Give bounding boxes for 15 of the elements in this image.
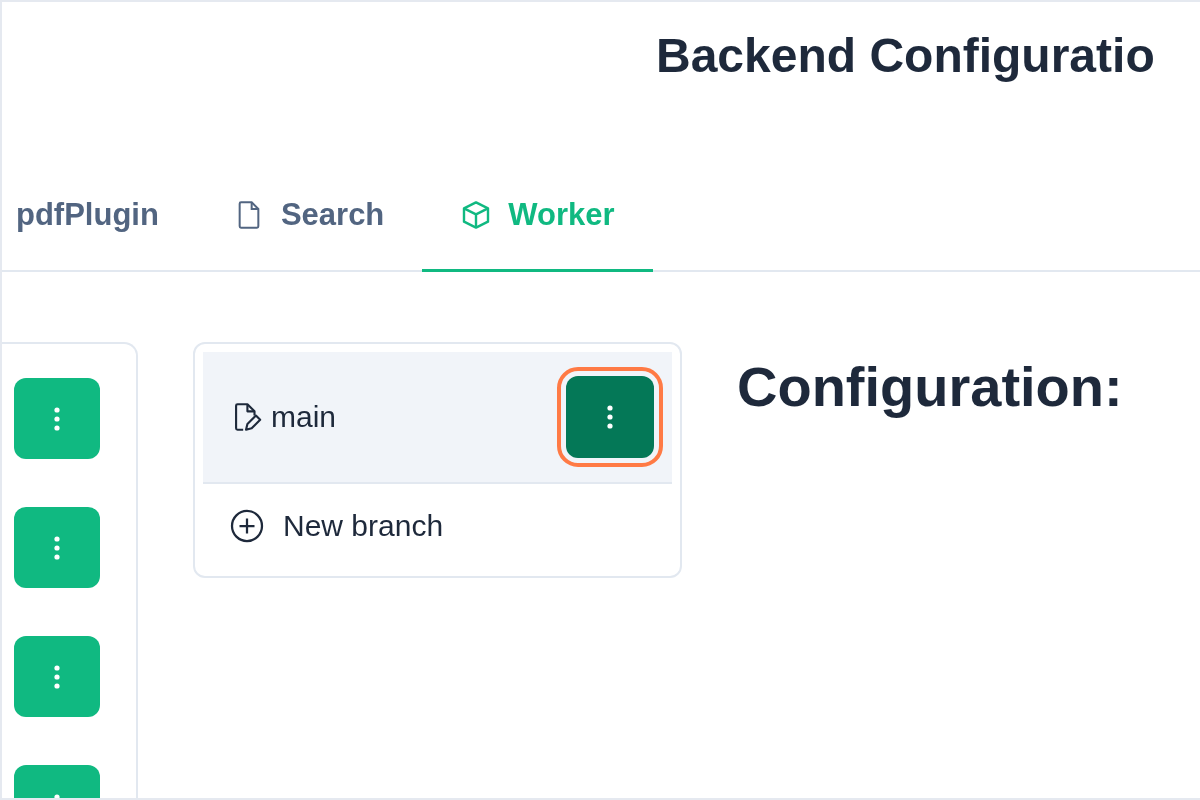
- branch-link[interactable]: main: [229, 400, 566, 434]
- more-options-button[interactable]: [14, 378, 100, 459]
- plus-circle-icon: [229, 508, 265, 544]
- configuration-heading: Configuration:: [737, 354, 1123, 419]
- kebab-icon: [53, 664, 61, 689]
- kebab-icon: [53, 406, 61, 431]
- kebab-icon: [606, 405, 614, 429]
- tab[interactable]: pdfPlugin: [2, 160, 195, 272]
- kebab-icon: [53, 535, 61, 560]
- page-title: Backend Configuratio: [656, 28, 1155, 83]
- tab[interactable]: Search: [194, 160, 423, 272]
- branch-row[interactable]: main: [203, 352, 672, 484]
- more-options-button[interactable]: [14, 507, 100, 588]
- new-branch-button[interactable]: New branch: [203, 484, 444, 568]
- more-options-button[interactable]: [14, 636, 100, 717]
